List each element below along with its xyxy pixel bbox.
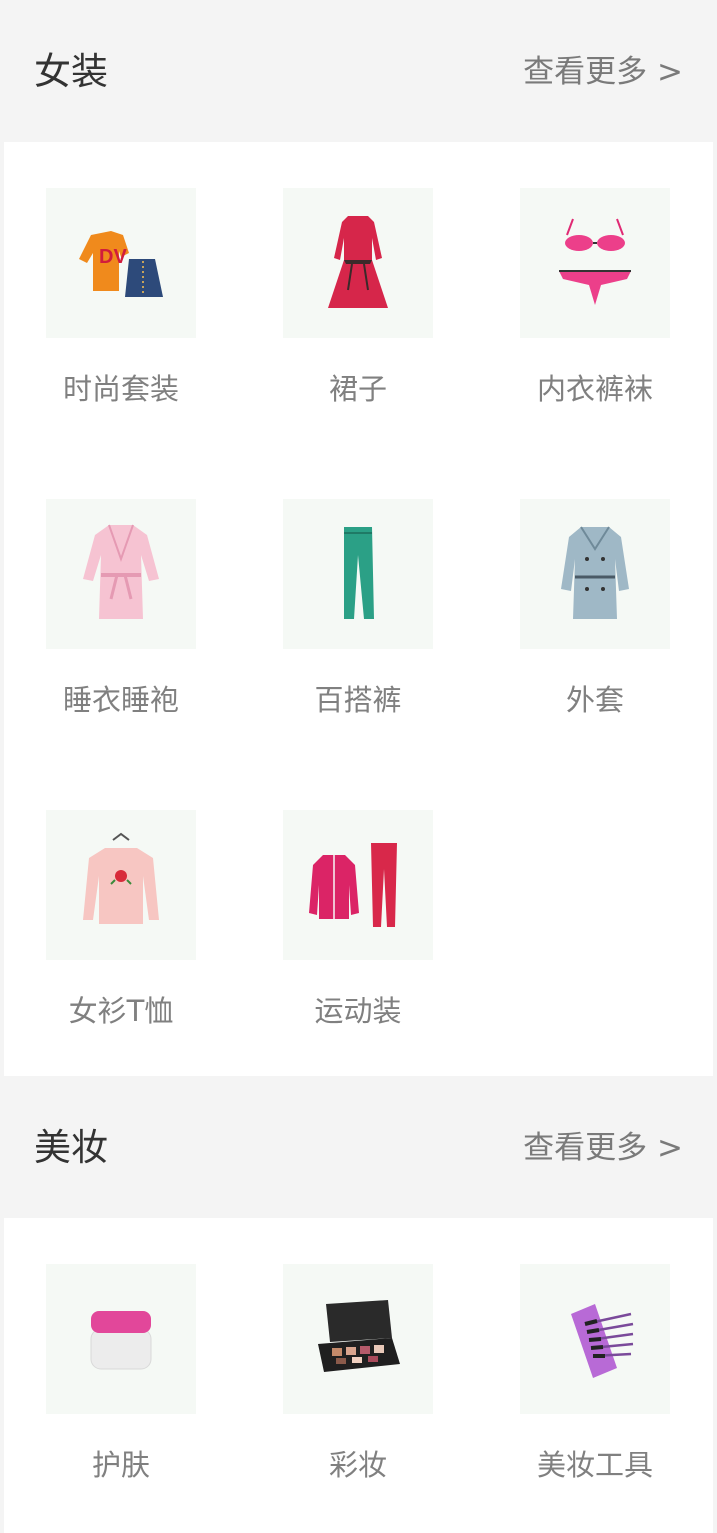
category-item-skincare[interactable]: 护肤 <box>46 1264 196 1514</box>
category-item-coat[interactable]: 外套 <box>520 499 670 749</box>
category-label: 百搭裤 <box>314 683 402 717</box>
category-label: 睡衣睡袍 <box>62 683 179 717</box>
section-title: 女装 <box>34 50 108 93</box>
view-more-link[interactable]: 查看更多 > <box>523 53 683 91</box>
category-item-robe[interactable]: 睡衣睡袍 <box>46 499 196 749</box>
category-label: 时尚套装 <box>62 372 179 406</box>
outfit-icon: DV <box>46 188 196 338</box>
makeup-brushes-icon <box>520 1264 670 1414</box>
category-label: 裙子 <box>328 372 387 406</box>
category-item-sportswear[interactable]: 运动装 <box>283 810 433 1060</box>
tracksuit-icon <box>283 810 433 960</box>
category-label: 运动装 <box>314 994 402 1028</box>
pants-icon <box>283 499 433 649</box>
category-grid-beauty: 护肤 彩妆 美妆工具 <box>4 1218 713 1533</box>
category-item-pants[interactable]: 百搭裤 <box>283 499 433 749</box>
category-label: 美妆工具 <box>536 1448 653 1482</box>
category-label: 女衫T恤 <box>68 994 174 1028</box>
category-item-beauty-tools[interactable]: 美妆工具 <box>520 1264 670 1514</box>
lingerie-icon <box>520 188 670 338</box>
category-item-outfit[interactable]: DV 时尚套装 <box>46 188 196 438</box>
view-more-link[interactable]: 查看更多 > <box>523 1129 683 1167</box>
category-label: 外套 <box>565 683 624 717</box>
dress-icon <box>283 188 433 338</box>
tshirt-icon <box>46 810 196 960</box>
category-item-lingerie[interactable]: 内衣裤袜 <box>520 188 670 438</box>
eyeshadow-palette-icon <box>283 1264 433 1414</box>
section-title: 美妆 <box>34 1126 108 1169</box>
section-header-beauty: 美妆 查看更多 > <box>0 1076 717 1218</box>
category-item-tshirt[interactable]: 女衫T恤 <box>46 810 196 1060</box>
trench-coat-icon <box>520 499 670 649</box>
category-label: 内衣裤袜 <box>536 372 653 406</box>
category-grid-womens-clothing: DV 时尚套装 裙子 内衣裤袜 睡衣睡袍 百搭裤 外套 女衫T恤 运动装 <box>4 142 713 1076</box>
category-item-makeup[interactable]: 彩妆 <box>283 1264 433 1514</box>
svg-text:DV: DV <box>99 246 127 268</box>
section-header-womens-clothing: 女装 查看更多 > <box>0 0 717 142</box>
cream-jar-icon <box>46 1264 196 1414</box>
category-item-dress[interactable]: 裙子 <box>283 188 433 438</box>
category-label: 彩妆 <box>328 1448 387 1482</box>
category-label: 护肤 <box>91 1448 150 1482</box>
robe-icon <box>46 499 196 649</box>
